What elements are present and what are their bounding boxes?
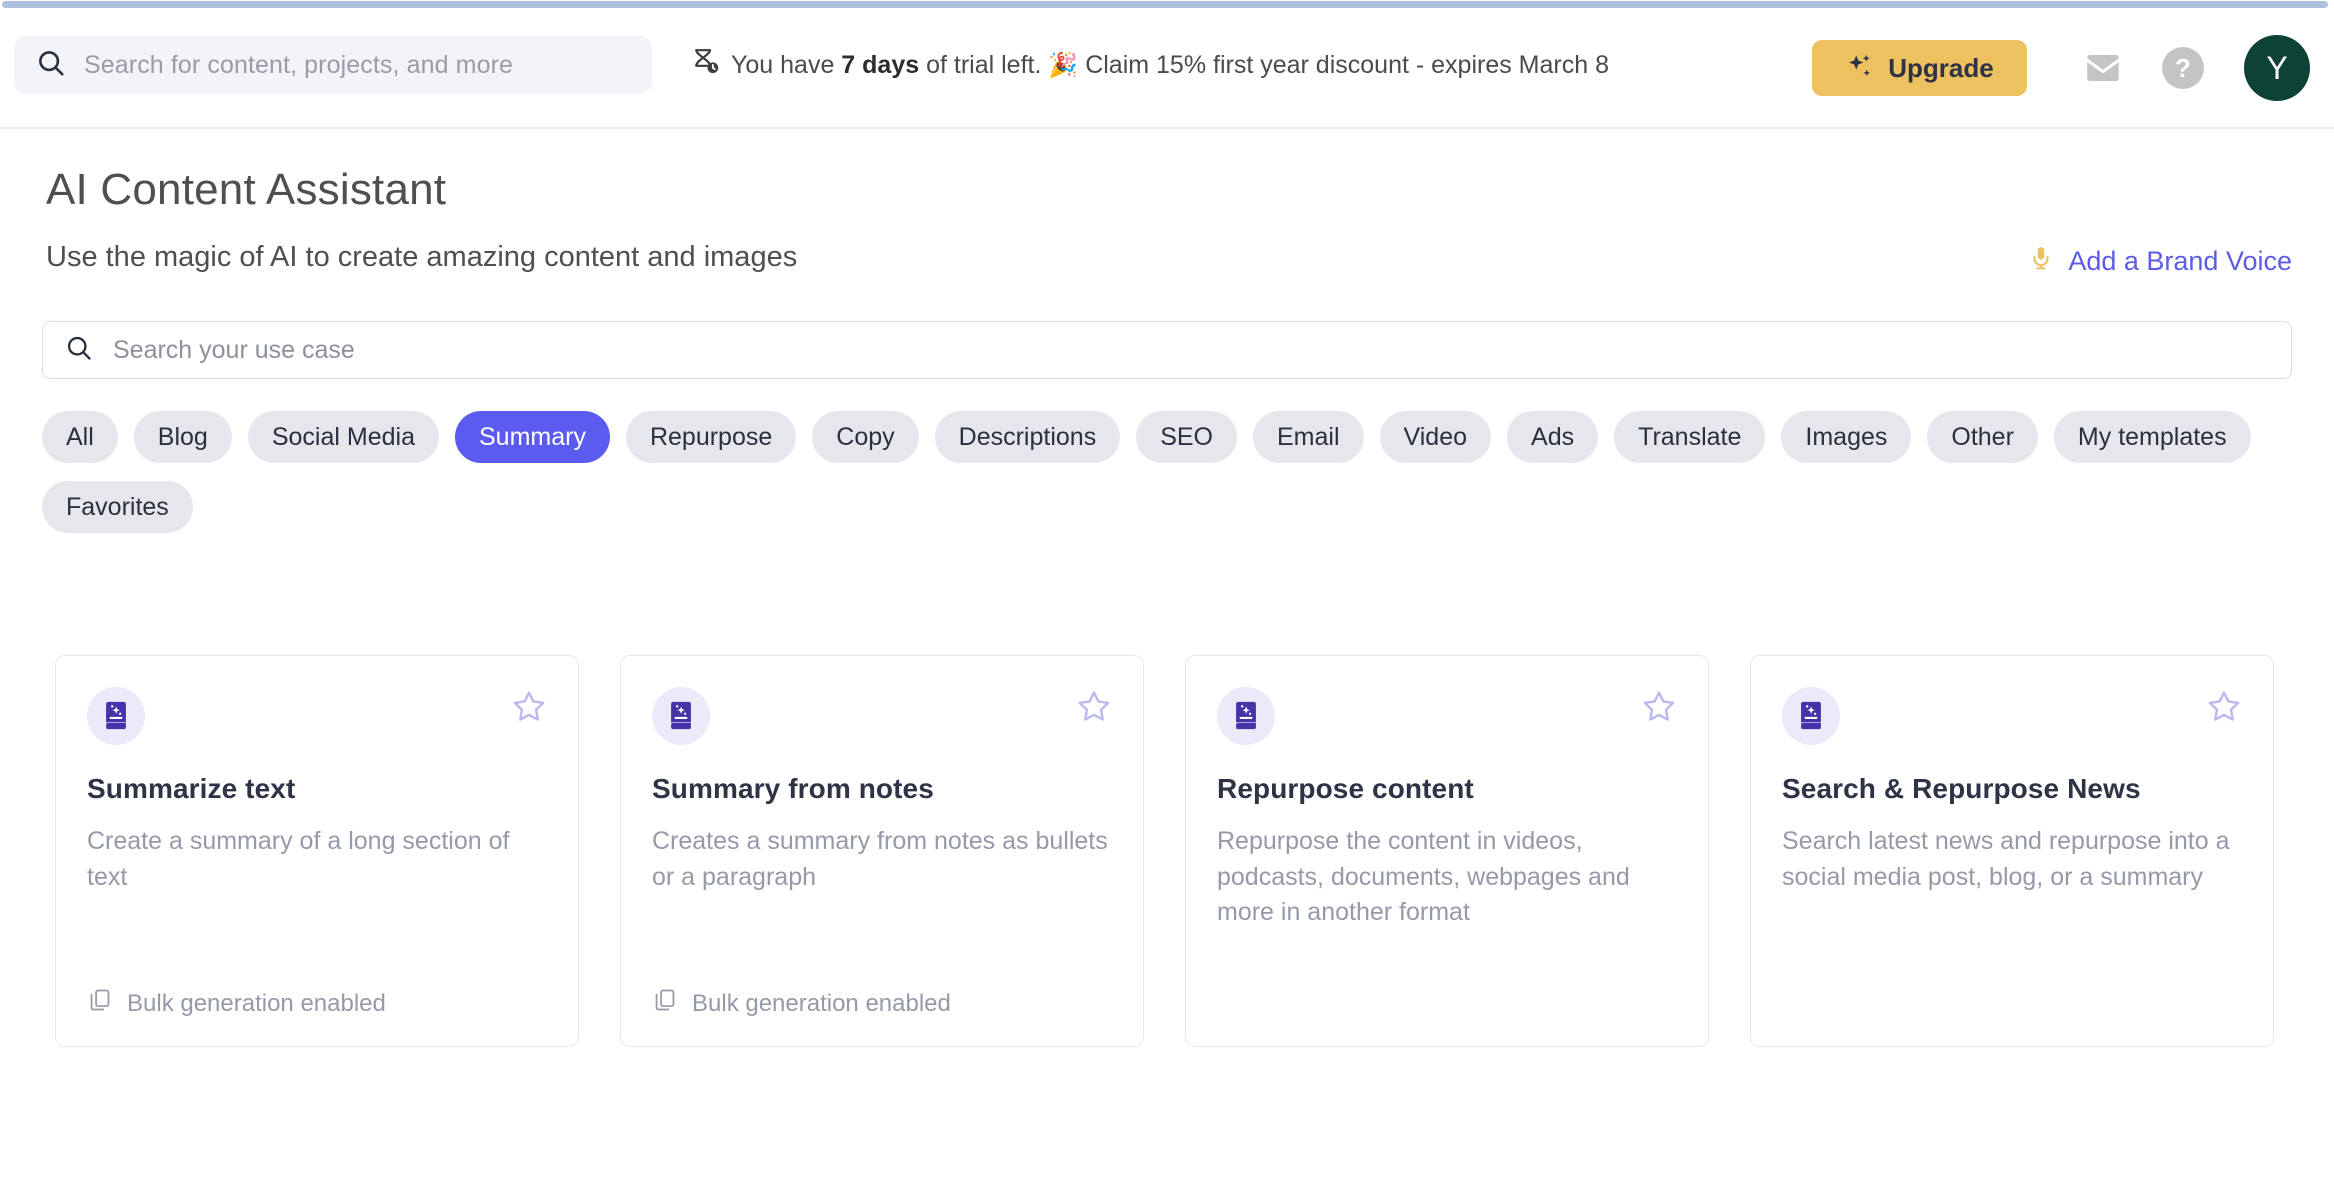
hourglass-clock-icon — [690, 47, 720, 84]
horizontal-scrollbar[interactable] — [0, 0, 2334, 9]
scrollbar-thumb[interactable] — [2, 1, 2328, 8]
template-card[interactable]: Summary from notes Creates a summary from… — [620, 655, 1144, 1047]
page-title: AI Content Assistant — [46, 165, 447, 214]
filter-chip-repurpose[interactable]: Repurpose — [625, 411, 797, 463]
filter-chip-my-templates[interactable]: My templates — [2053, 411, 2251, 463]
filter-chip-social-media[interactable]: Social Media — [247, 411, 439, 463]
filter-chip-images[interactable]: Images — [1781, 411, 1912, 463]
template-card-description: Create a summary of a long section of te… — [87, 827, 510, 891]
filter-chip-video[interactable]: Video — [1379, 411, 1492, 463]
filter-chip-copy[interactable]: Copy — [812, 411, 919, 463]
page-subtitle: Use the magic of AI to create amazing co… — [46, 241, 798, 273]
header-icon-group: ? Y — [2080, 35, 2310, 101]
magic-book-icon — [652, 687, 710, 745]
trial-text: You have 7 days of trial left. 🎉 Claim 1… — [731, 51, 1609, 80]
filter-chip-translate[interactable]: Translate — [1614, 411, 1766, 463]
template-card-description: Repurpose the content in videos, podcast… — [1217, 827, 1630, 926]
upgrade-button[interactable]: Upgrade — [1812, 40, 2027, 96]
template-card-title: Search & Repurpose News — [1782, 773, 2141, 804]
bulk-generation-badge: Bulk generation enabled — [87, 961, 547, 1020]
bulk-generation-label: Bulk generation enabled — [692, 989, 951, 1017]
microphone-icon — [2028, 243, 2054, 280]
party-popper-emoji: 🎉 — [1048, 51, 1079, 79]
filter-chip-ads[interactable]: Ads — [1507, 411, 1599, 463]
favorite-star-icon[interactable] — [1640, 688, 1678, 726]
template-card-description: Search latest news and repurpose into a … — [1782, 827, 2230, 891]
template-card[interactable]: Summarize text Create a summary of a long… — [55, 655, 579, 1047]
favorite-star-icon[interactable] — [2205, 688, 2243, 726]
add-brand-voice-label: Add a Brand Voice — [2068, 246, 2292, 276]
trial-suffix: Claim 15% first year discount - expires … — [1078, 50, 1609, 79]
filter-chip-summary[interactable]: Summary — [454, 411, 610, 463]
bulk-generation-badge: Bulk generation enabled — [652, 961, 1112, 1020]
favorite-star-icon[interactable] — [1075, 688, 1113, 726]
avatar[interactable]: Y — [2244, 35, 2310, 101]
filter-chip-seo[interactable]: SEO — [1136, 411, 1237, 463]
copy-icon — [87, 987, 113, 1020]
template-card-title: Summarize text — [87, 773, 296, 804]
trial-days: 7 days — [841, 50, 920, 79]
upgrade-button-label: Upgrade — [1888, 52, 1994, 83]
search-icon — [36, 48, 66, 83]
magic-book-icon — [1217, 687, 1275, 745]
copy-icon — [652, 987, 678, 1020]
filter-chip-other[interactable]: Other — [1927, 411, 2038, 463]
add-brand-voice-link[interactable]: Add a Brand Voice — [2028, 243, 2292, 280]
search-icon — [65, 334, 93, 367]
help-icon[interactable]: ? — [2162, 47, 2204, 89]
usecase-search-placeholder: Search your use case — [113, 335, 355, 364]
template-card-description: Creates a summary from notes as bullets … — [652, 827, 1108, 891]
filter-chip-descriptions[interactable]: Descriptions — [934, 411, 1121, 463]
template-card-title: Repurpose content — [1217, 773, 1474, 804]
trial-banner: You have 7 days of trial left. 🎉 Claim 1… — [690, 39, 1609, 91]
usecase-search-input[interactable]: Search your use case — [42, 321, 2292, 379]
template-card-title: Summary from notes — [652, 773, 934, 804]
filter-chip-favorites[interactable]: Favorites — [42, 481, 193, 533]
mail-icon[interactable] — [2080, 45, 2126, 91]
trial-prefix: You have — [731, 50, 842, 79]
global-search-placeholder: Search for content, projects, and more — [84, 50, 514, 79]
filter-chip-email[interactable]: Email — [1253, 411, 1364, 463]
magic-book-icon — [1782, 687, 1840, 745]
filter-chip-blog[interactable]: Blog — [133, 411, 232, 463]
filter-chip-all[interactable]: All — [42, 411, 118, 463]
global-search-input[interactable]: Search for content, projects, and more — [14, 36, 652, 94]
trial-middle: of trial left. — [919, 50, 1049, 79]
bulk-generation-label: Bulk generation enabled — [127, 989, 386, 1017]
sparkles-icon — [1845, 52, 1875, 85]
filter-chip-row: All Blog Social Media Summary Repurpose Copy D… — [42, 411, 2292, 533]
template-card[interactable]: Repurpose content Repurpose the content i… — [1185, 655, 1709, 1047]
template-card[interactable]: Search & Repurpose News Search latest new… — [1750, 655, 2274, 1047]
template-card-grid: Summarize text Create a summary of a long… — [55, 655, 2291, 1047]
magic-book-icon — [87, 687, 145, 745]
app-header: Search for content, projects, and more Y… — [0, 9, 2334, 129]
favorite-star-icon[interactable] — [510, 688, 548, 726]
page-body: AI Content Assistant Use the magic of AI… — [0, 131, 2334, 1178]
